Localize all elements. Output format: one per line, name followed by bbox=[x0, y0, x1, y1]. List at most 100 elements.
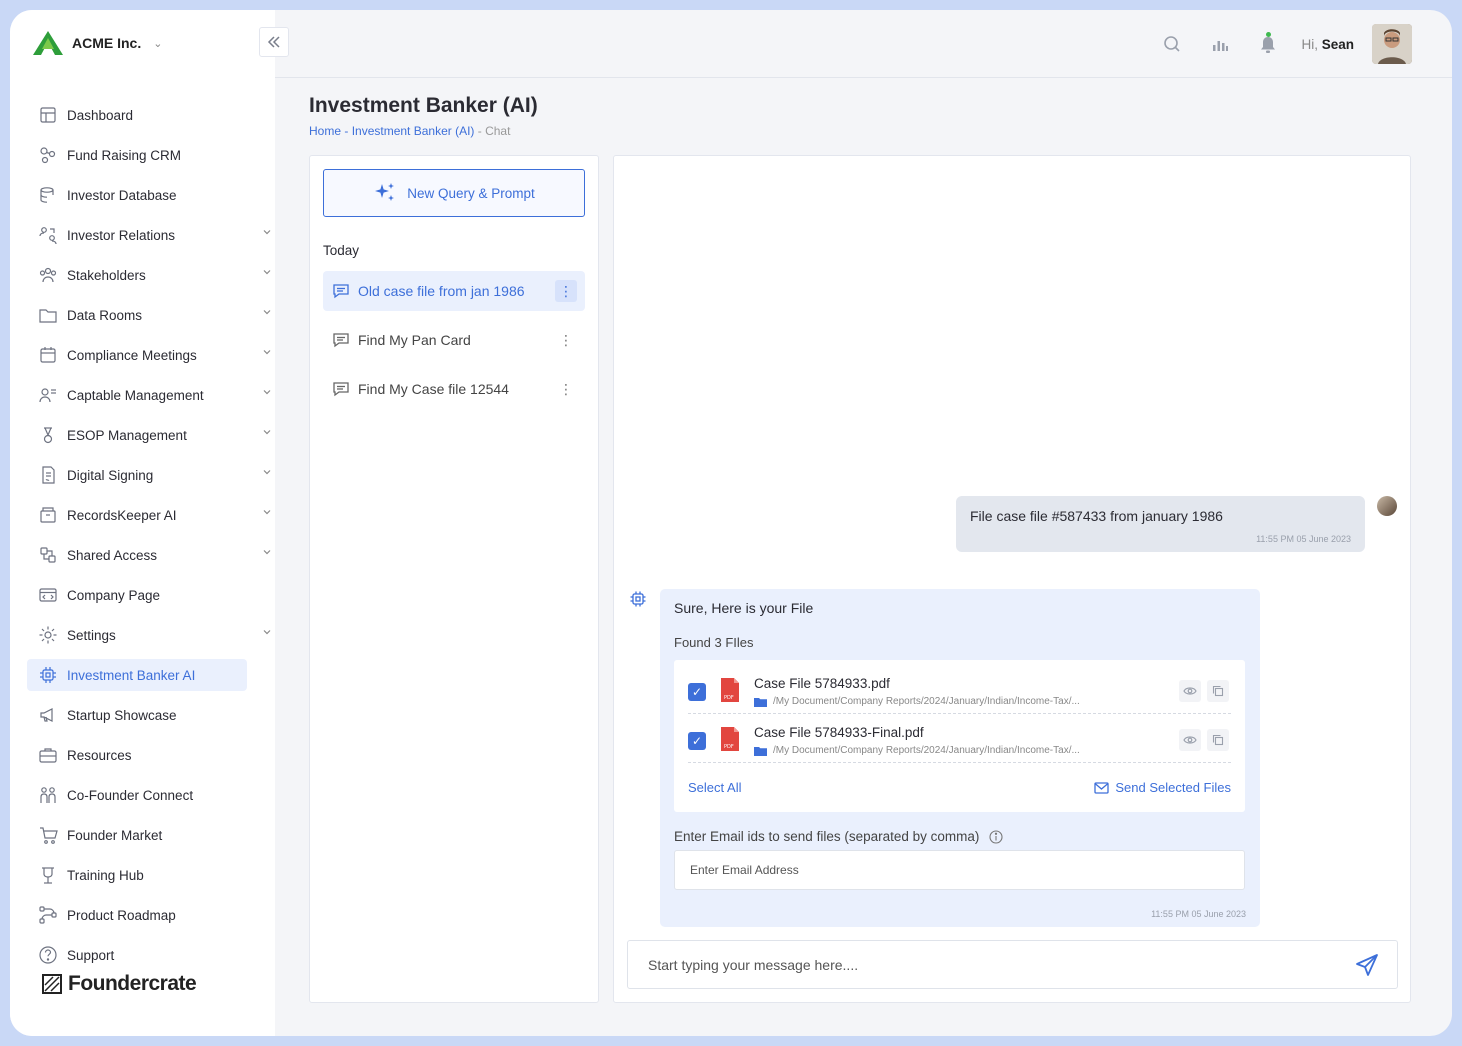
user-message: File case file #587433 from january 1986… bbox=[956, 496, 1365, 552]
help-icon bbox=[38, 945, 58, 965]
chevron-down-icon[interactable] bbox=[262, 467, 272, 480]
message-input[interactable] bbox=[628, 941, 1328, 988]
sidebar-item-data-rooms[interactable]: Data Rooms bbox=[27, 299, 271, 331]
sidebar-item-label: Compliance Meetings bbox=[67, 347, 197, 363]
share-icon bbox=[38, 545, 58, 565]
found-count: Found 3 FIles bbox=[674, 635, 754, 650]
sidebar-item-settings[interactable]: Settings bbox=[27, 619, 271, 651]
sidebar-item-product-roadmap[interactable]: Product Roadmap bbox=[27, 899, 262, 931]
sidebar-item-investor-relations[interactable]: Investor Relations bbox=[27, 219, 271, 251]
chip-icon bbox=[38, 665, 58, 685]
brand-name: ACME Inc. bbox=[72, 35, 142, 51]
file-checkbox[interactable]: ✓ bbox=[688, 683, 706, 701]
send-selected-files-link[interactable]: Send Selected Files bbox=[1094, 780, 1231, 795]
conversation-item[interactable]: Find My Pan Card ⋮ bbox=[323, 320, 585, 360]
file-checkbox[interactable]: ✓ bbox=[688, 732, 706, 750]
new-query-label: New Query & Prompt bbox=[407, 185, 535, 201]
conversation-title: Old case file from jan 1986 bbox=[358, 283, 525, 299]
eye-icon bbox=[1183, 687, 1197, 695]
sidebar-item-captable-management[interactable]: Captable Management bbox=[27, 379, 271, 411]
sidebar-item-co-founder-connect[interactable]: Co-Founder Connect bbox=[27, 779, 262, 811]
send-selected-label: Send Selected Files bbox=[1115, 780, 1231, 795]
briefcase-icon bbox=[38, 745, 58, 765]
chevron-down-icon[interactable] bbox=[262, 427, 272, 440]
breadcrumb-current: Chat bbox=[485, 124, 511, 138]
top-header: Hi, Sean bbox=[275, 10, 1452, 78]
chevron-down-icon[interactable] bbox=[262, 347, 272, 360]
records-icon bbox=[38, 505, 58, 525]
sidebar-item-dashboard[interactable]: Dashboard bbox=[27, 99, 262, 131]
sidebar-item-support[interactable]: Support bbox=[27, 939, 262, 971]
company-page-icon bbox=[38, 585, 58, 605]
sidebar-item-label: RecordsKeeper AI bbox=[67, 507, 177, 523]
user-greeting: Hi, Sean bbox=[1301, 37, 1354, 52]
database-icon bbox=[38, 185, 58, 205]
conversation-list-panel: New Query & Prompt Today Old case file f… bbox=[309, 155, 599, 1003]
info-icon[interactable] bbox=[989, 829, 1003, 844]
sidebar-item-company-page[interactable]: Company Page bbox=[27, 579, 262, 611]
file-name[interactable]: Case File 5784933.pdf bbox=[754, 676, 890, 691]
chevron-down-icon[interactable] bbox=[262, 307, 272, 320]
copy-icon bbox=[1212, 685, 1224, 697]
sidebar-item-startup-showcase[interactable]: Startup Showcase bbox=[27, 699, 262, 731]
sidebar-item-training-hub[interactable]: Training Hub bbox=[27, 859, 262, 891]
sidebar-item-compliance-meetings[interactable]: Compliance Meetings bbox=[27, 339, 271, 371]
sidebar-item-esop-management[interactable]: ESOP Management bbox=[27, 419, 271, 451]
notifications-button[interactable] bbox=[1253, 29, 1283, 59]
chat-bubble-icon bbox=[333, 333, 349, 348]
conversation-item[interactable]: Old case file from jan 1986 ⋮ bbox=[323, 271, 585, 311]
gear-icon bbox=[38, 625, 58, 645]
esop-icon bbox=[38, 425, 58, 445]
new-query-button[interactable]: New Query & Prompt bbox=[323, 169, 585, 217]
kebab-menu-icon[interactable]: ⋮ bbox=[555, 378, 577, 400]
sidebar-item-label: Investor Relations bbox=[67, 227, 176, 243]
sidebar-item-label: Captable Management bbox=[67, 387, 204, 403]
analytics-button[interactable] bbox=[1205, 29, 1235, 59]
sidebar-item-label: Training Hub bbox=[67, 867, 144, 883]
folder-icon bbox=[754, 697, 767, 707]
breadcrumb-home-link[interactable]: Home bbox=[309, 124, 341, 138]
sidebar-item-recordskeeper-ai[interactable]: RecordsKeeper AI bbox=[27, 499, 271, 531]
preview-button[interactable] bbox=[1179, 729, 1201, 751]
search-button[interactable] bbox=[1157, 29, 1187, 59]
chevron-down-icon[interactable] bbox=[262, 547, 272, 560]
sidebar-item-label: Digital Signing bbox=[67, 467, 154, 483]
sidebar-item-label: Resources bbox=[67, 747, 132, 763]
user-list-icon bbox=[38, 385, 58, 405]
chevron-down-icon[interactable] bbox=[262, 627, 272, 640]
kebab-menu-icon[interactable]: ⋮ bbox=[555, 329, 577, 351]
sidebar-item-founder-market[interactable]: Founder Market bbox=[27, 819, 262, 851]
copy-button[interactable] bbox=[1207, 680, 1229, 702]
sidebar-item-investment-banker-ai[interactable]: Investment Banker AI bbox=[27, 659, 247, 691]
preview-button[interactable] bbox=[1179, 680, 1201, 702]
sidebar-item-stakeholders[interactable]: Stakeholders bbox=[27, 259, 271, 291]
collapse-sidebar-button[interactable] bbox=[259, 27, 289, 57]
sidebar-item-digital-signing[interactable]: Digital Signing bbox=[27, 459, 271, 491]
sidebar-item-resources[interactable]: Resources bbox=[27, 739, 262, 771]
copy-button[interactable] bbox=[1207, 729, 1229, 751]
chevron-down-icon[interactable] bbox=[262, 387, 272, 400]
sidebar-item-fund-raising-crm[interactable]: Fund Raising CRM bbox=[27, 139, 262, 171]
roadmap-icon bbox=[38, 905, 58, 925]
breadcrumb-section-link[interactable]: Investment Banker (AI) bbox=[352, 124, 475, 138]
email-input[interactable] bbox=[674, 850, 1245, 890]
bot-greeting: Sure, Here is your File bbox=[674, 600, 814, 616]
pdf-file-icon: PDF bbox=[721, 678, 739, 702]
chevron-down-icon[interactable] bbox=[262, 507, 272, 520]
file-row: ✓ PDF Case File 5784933-Final.pdf/My Docum… bbox=[688, 717, 1231, 763]
conversation-item[interactable]: Find My Case file 12544 ⋮ bbox=[323, 369, 585, 409]
sidebar-item-label: Product Roadmap bbox=[67, 907, 176, 923]
sidebar-item-label: Investment Banker AI bbox=[67, 667, 196, 683]
sidebar-item-label: Investor Database bbox=[67, 187, 177, 203]
sidebar-item-investor-database[interactable]: Investor Database bbox=[27, 179, 262, 211]
send-icon[interactable] bbox=[1355, 953, 1379, 977]
sidebar-item-shared-access[interactable]: Shared Access bbox=[27, 539, 271, 571]
kebab-menu-icon[interactable]: ⋮ bbox=[555, 280, 577, 302]
pdf-file-icon: PDF bbox=[721, 727, 739, 751]
file-name[interactable]: Case File 5784933-Final.pdf bbox=[754, 725, 924, 740]
avatar[interactable] bbox=[1372, 24, 1412, 64]
chevron-down-icon[interactable] bbox=[262, 227, 272, 240]
select-all-link[interactable]: Select All bbox=[688, 780, 741, 795]
brand-switcher[interactable]: ACME Inc. ⌄ bbox=[32, 30, 162, 56]
chevron-down-icon[interactable] bbox=[262, 267, 272, 280]
